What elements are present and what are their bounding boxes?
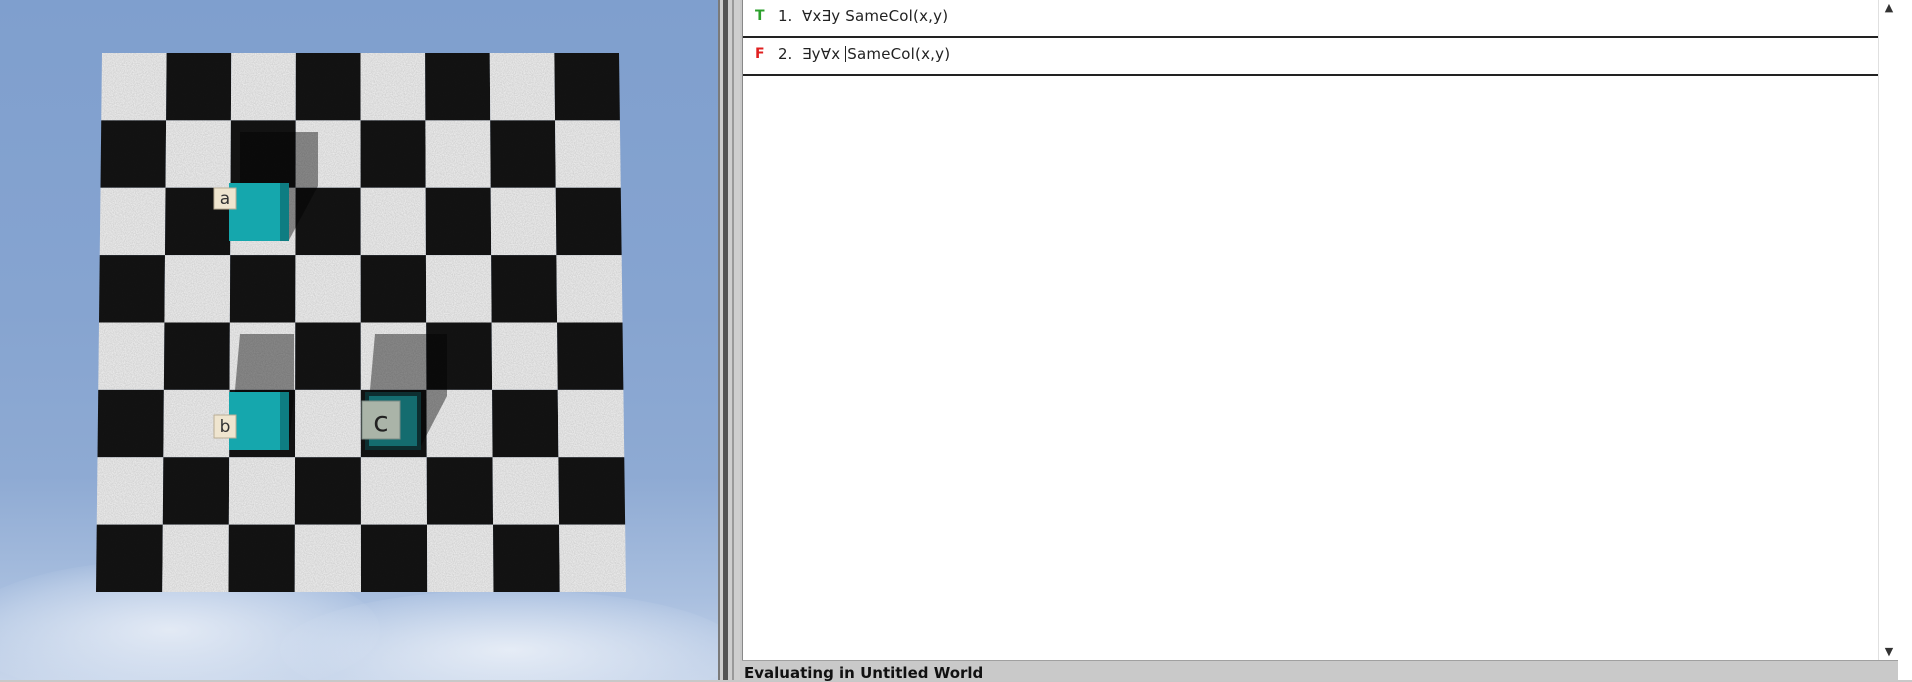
board-square-texture xyxy=(96,457,164,525)
sentence-row[interactable]: F 2. ∃y∀x SameCol(x,y) xyxy=(743,38,1879,76)
status-text: Evaluating in Untitled World xyxy=(744,664,984,682)
board-square-texture xyxy=(555,120,621,188)
board-square-texture xyxy=(554,53,620,121)
sentence-number: 2. xyxy=(778,45,793,63)
board-square-texture xyxy=(230,53,296,121)
board-square-texture xyxy=(491,255,558,323)
pane-splitter[interactable] xyxy=(718,0,740,680)
board-square-texture xyxy=(163,322,230,390)
sentence-formula[interactable]: ∀x∃y SameCol(x,y) xyxy=(802,7,948,25)
block-b-label: b xyxy=(220,417,231,437)
board-square-texture xyxy=(101,53,167,121)
truth-value: F xyxy=(755,46,765,62)
board-square-texture xyxy=(492,457,560,525)
board-square-texture xyxy=(426,457,494,525)
block-a-label: a xyxy=(220,189,230,209)
scroll-down-arrow-icon[interactable]: ▼ xyxy=(1883,646,1895,658)
board-square-texture xyxy=(295,389,361,458)
board-square-texture xyxy=(360,53,426,121)
board-square-texture xyxy=(294,524,361,592)
board-square-texture xyxy=(425,255,492,323)
board-square-texture xyxy=(489,53,556,121)
board-square-texture xyxy=(228,457,296,525)
board-square-texture xyxy=(360,255,427,323)
formula-before-caret: ∃y∀x xyxy=(802,45,846,63)
board-square-texture xyxy=(164,255,231,323)
sentence-pane[interactable]: T 1. ∀x∃y SameCol(x,y) F 2. ∃y∀x SameCol… xyxy=(742,0,1879,660)
board-square-texture xyxy=(228,524,295,592)
block-c-label: c xyxy=(373,405,388,438)
block-c[interactable]: c xyxy=(361,392,421,450)
formula-after-caret: SameCol(x,y) xyxy=(847,45,951,63)
board-square-texture xyxy=(295,255,361,323)
board-square-texture xyxy=(557,322,624,390)
board-square-texture xyxy=(360,187,426,256)
board-square-texture xyxy=(425,187,492,256)
board-square-texture xyxy=(558,457,626,525)
board-square-texture xyxy=(100,120,167,188)
board-square-texture xyxy=(294,457,361,525)
chess-board: a b c xyxy=(96,53,626,592)
board-square-texture xyxy=(559,524,626,592)
board-square-texture xyxy=(96,524,163,592)
board-square-texture xyxy=(97,389,164,458)
board-square-texture xyxy=(425,53,491,121)
board-square-texture xyxy=(493,524,560,592)
world-view[interactable]: a b c xyxy=(0,0,718,680)
board-square-texture xyxy=(229,255,296,323)
board-square-texture xyxy=(162,457,230,525)
board-square-texture xyxy=(295,322,361,390)
board-square-texture xyxy=(491,322,558,390)
board-square-texture xyxy=(162,524,229,592)
board-square-texture xyxy=(492,389,559,458)
board-square-texture xyxy=(99,255,165,323)
board-square-texture xyxy=(295,53,361,121)
board-square-texture xyxy=(556,255,623,323)
board-square-texture xyxy=(490,187,557,256)
sentence-row[interactable]: T 1. ∀x∃y SameCol(x,y) xyxy=(743,0,1879,38)
sentence-formula[interactable]: ∃y∀x SameCol(x,y) xyxy=(802,45,950,63)
window-edge xyxy=(1898,0,1912,680)
board-square-texture xyxy=(98,322,165,390)
board-square-texture xyxy=(557,389,625,458)
board-square-texture xyxy=(165,120,231,188)
board-square-texture xyxy=(360,120,426,188)
board-square-texture xyxy=(166,53,232,121)
scroll-up-arrow-icon[interactable]: ▲ xyxy=(1883,2,1895,14)
board-square-texture xyxy=(426,524,494,592)
status-bar: Evaluating in Untitled World xyxy=(742,660,1898,682)
board-square-texture xyxy=(490,120,556,188)
board-square-texture xyxy=(360,524,428,592)
board-square-texture xyxy=(555,187,622,256)
board-square-texture xyxy=(425,120,491,188)
board-square-texture xyxy=(360,457,427,525)
sentence-number: 1. xyxy=(778,7,793,25)
board-square-texture xyxy=(99,187,166,256)
truth-value: T xyxy=(755,8,765,24)
vertical-scrollbar[interactable]: ▲ ▼ xyxy=(1878,0,1899,660)
